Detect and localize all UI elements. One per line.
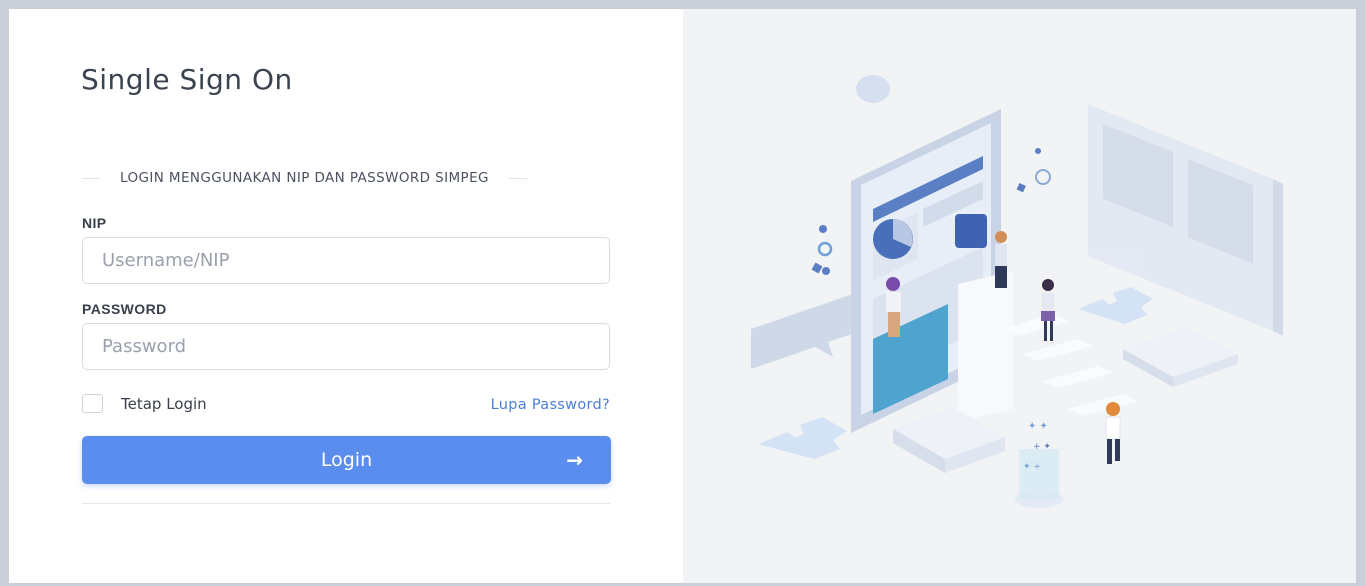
password-input[interactable] [82,323,610,370]
nip-input[interactable] [82,237,610,284]
puzzle-piece-right [1078,287,1153,324]
login-panel: Single Sign On LOGIN MENGGUNAKAN NIP DAN… [9,9,683,583]
illustration-panel: ✦ ✦ + ✦ ✦ + [683,9,1356,583]
remember-me-row: Tetap Login [82,394,207,413]
svg-text:✦ +: ✦ + [1023,462,1041,472]
svg-text:+ ✦: + ✦ [1033,442,1051,452]
remember-me-checkbox[interactable] [82,394,103,413]
login-card: Single Sign On LOGIN MENGGUNAKAN NIP DAN… [9,9,1356,583]
paper-stack-left [893,407,1005,473]
arrow-right-icon: → [566,448,583,472]
person-middle [1041,279,1055,341]
password-label: PASSWORD [82,301,167,317]
puzzle-piece-left [758,417,847,459]
section-divider: LOGIN MENGGUNAKAN NIP DAN PASSWORD SIMPE… [82,169,610,187]
login-illustration: ✦ ✦ + ✦ ✦ + [751,75,1283,508]
svg-text:✦ ✦: ✦ ✦ [1028,421,1048,432]
login-button[interactable]: Login → [82,436,611,484]
sparkle-column: ✦ ✦ + ✦ ✦ + [1015,421,1063,508]
forgot-password-link[interactable]: Lupa Password? [491,397,610,413]
bottom-divider [82,503,610,504]
page-title: Single Sign On [81,63,293,96]
person-bottom [1105,402,1121,464]
floating-sphere [856,75,890,103]
divider-line-right [508,177,527,179]
divider-line-left [82,177,100,179]
person-top [995,231,1007,288]
remember-me-label[interactable]: Tetap Login [121,395,207,413]
nip-label: NIP [82,215,107,231]
section-label: LOGIN MENGGUNAKAN NIP DAN PASSWORD SIMPE… [120,170,489,186]
login-button-label: Login [320,449,373,471]
person-left [886,277,901,337]
paper-stack-right [1123,327,1238,387]
